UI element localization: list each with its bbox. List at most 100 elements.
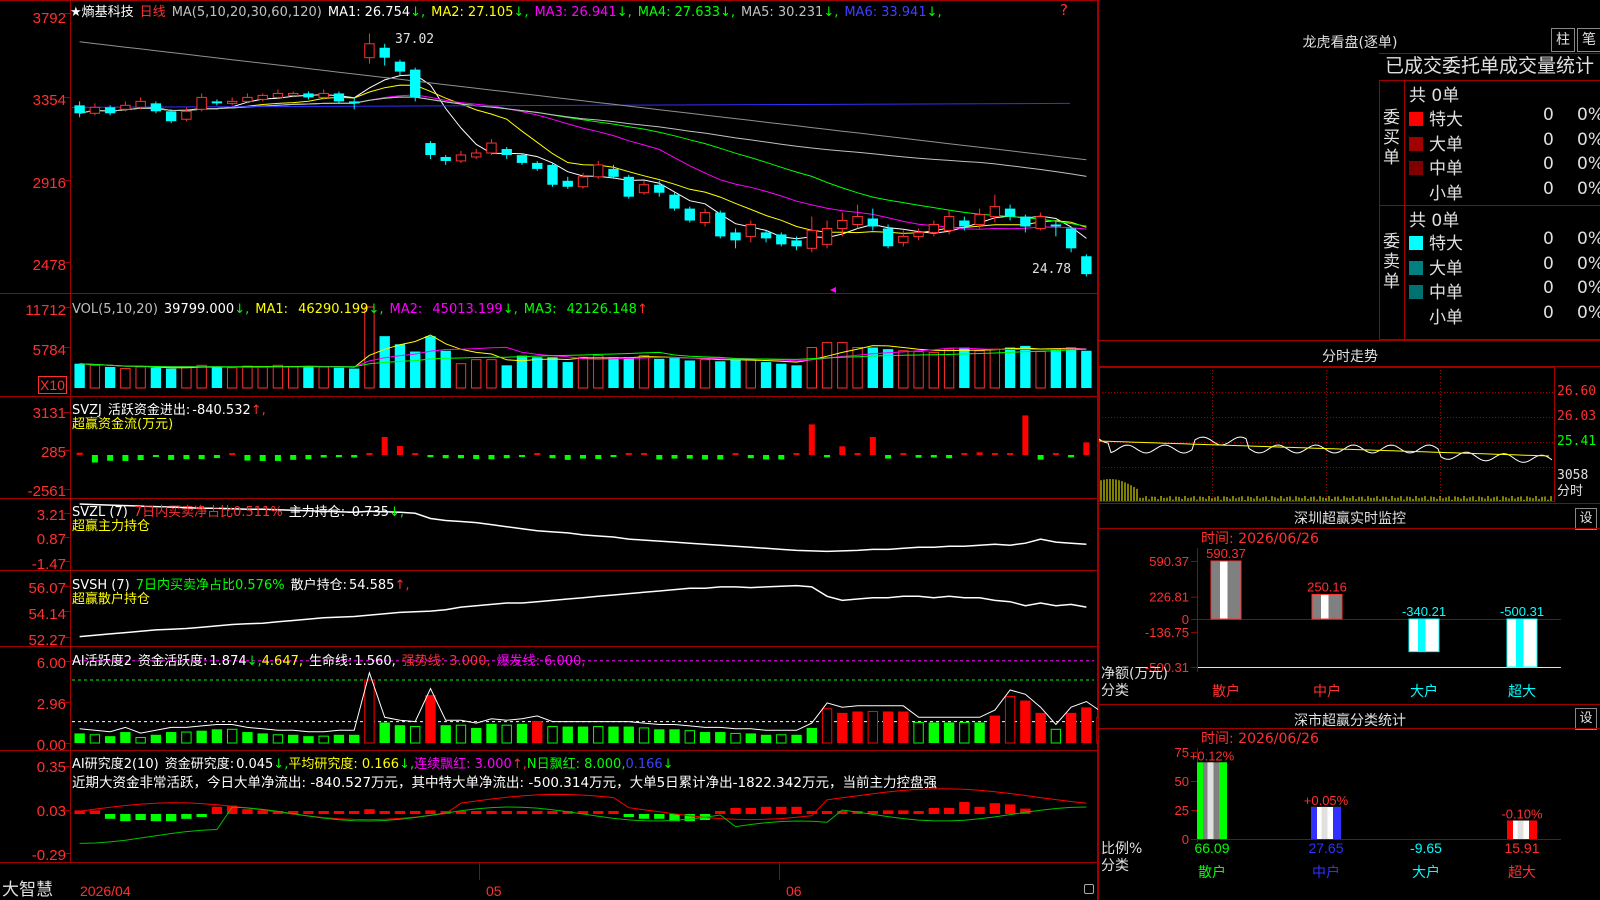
candle: [379, 43, 390, 66]
lock-icon[interactable]: [1084, 884, 1094, 894]
ai-active-bar: [104, 736, 116, 743]
time-label-may: 05: [486, 883, 502, 899]
svzj-bar: [396, 446, 403, 455]
ai-active-bar: [211, 729, 223, 743]
order-size-row: 特大: [1409, 105, 1463, 130]
monitor-bar: [1210, 560, 1242, 620]
candle-body: [211, 101, 223, 104]
candle: [501, 147, 512, 159]
ai-active-bar: [623, 726, 634, 743]
svzj-bar: [274, 455, 281, 461]
ai-active-bar: [593, 726, 604, 744]
bar-mode-button[interactable]: 柱: [1551, 28, 1575, 52]
ai-research-bar: [394, 811, 406, 814]
candle: [333, 91, 345, 104]
ai-research-bar: [928, 808, 940, 814]
ai-active-bar: [943, 722, 955, 743]
vol-bar: [1081, 350, 1092, 388]
lhb-title: 龙虎看盘(逐单): [1302, 35, 1398, 51]
classify-category-label: 中户: [1312, 864, 1340, 881]
vol-bar: [882, 349, 894, 388]
ai-life-label: 生命线:: [309, 654, 353, 669]
classify-bar-accent: [1219, 762, 1227, 839]
vol-bar: [287, 366, 299, 389]
time-label-apr: 2026/04: [80, 883, 131, 899]
right-side-panel: 龙虎看盘(逐单) 柱 笔 已成交委托单成交量统计 委买单 委卖单 共 0单 特大…: [1098, 0, 1600, 900]
monitor-settings-button[interactable]: 设: [1575, 508, 1597, 530]
candle-body: [196, 96, 207, 110]
candle-body: [730, 232, 741, 241]
vol-bar: [730, 359, 741, 388]
lhb-tabs[interactable]: 已成交委托单成交量统计: [1385, 57, 1594, 76]
classify-bar-highlight: [1207, 762, 1214, 839]
candle-body: [287, 92, 299, 96]
ai-research-bar: [120, 814, 131, 822]
candle: [1081, 254, 1092, 277]
ai-active-bar: [150, 734, 162, 743]
candle-body: [471, 152, 482, 158]
classify-category-label: 大户: [1412, 864, 1440, 881]
classify-bar-value: 66.09: [1194, 840, 1229, 856]
svzj-bar: [839, 446, 846, 455]
vol-bar: [196, 364, 207, 389]
order-size-name: 小单: [1429, 307, 1463, 328]
candle: [821, 220, 833, 249]
kline-chart-area[interactable]: ★熵基科技 日线 MA(5,10,20,30,60,120) MA1: 26.754↓,…: [0, 0, 1098, 900]
svzl-sub: 超赢主力持仓: [72, 519, 151, 534]
order-size-row: 小单: [1409, 303, 1463, 328]
candle: [1065, 226, 1077, 253]
svzj-bar: [976, 452, 983, 455]
order-percent: 0%: [1577, 229, 1600, 249]
vol-bar: [821, 342, 833, 389]
svzj-value: -840.532: [192, 403, 251, 418]
ai-active-bar: [974, 722, 985, 743]
app-logo[interactable]: 大智慧: [2, 882, 53, 899]
svzj-bar: [732, 453, 739, 455]
vol-bar: [501, 365, 512, 388]
ai-research-name: AI研究度2(10): [72, 757, 159, 772]
ai-research-bar: [211, 806, 223, 814]
monitor-bar-highlight: [1516, 619, 1524, 667]
svzj-bar: [1083, 442, 1090, 455]
svzj-bar: [1052, 453, 1059, 455]
vol-bar: [608, 357, 619, 388]
ai-active-bar: [913, 721, 924, 744]
ai-research-axis-bot: -0.29: [31, 847, 66, 864]
ai-research-bar: [882, 810, 894, 814]
svzj-bar: [1068, 455, 1075, 458]
vol-bar: [562, 362, 573, 388]
svzj-bar: [808, 424, 815, 455]
ai-active-bar: [867, 710, 879, 744]
svzj-bar: [473, 455, 480, 459]
vol-bar: [745, 359, 756, 389]
monitor-ylabel: 净额(万元): [1101, 666, 1168, 682]
ai-active-value: 1.874: [209, 654, 247, 669]
pen-mode-button[interactable]: 笔: [1577, 28, 1600, 52]
vol-bar: [699, 359, 711, 389]
order-count: 0: [1543, 105, 1554, 125]
ai-active-bar: [471, 727, 482, 743]
intraday-chart[interactable]: [1099, 367, 1600, 503]
order-size-name: 中单: [1429, 283, 1463, 303]
ai-active-bar: [486, 723, 497, 743]
ai-research-bar: [379, 811, 390, 814]
vol-bar: [669, 358, 680, 388]
svzl-axis-top: 3.21: [36, 507, 66, 524]
buy-order-label: 委买单: [1383, 108, 1400, 168]
svzj-bar: [198, 455, 205, 460]
color-swatch: [1409, 112, 1423, 126]
ai-active-bar: [394, 725, 406, 743]
ai-active-bar: [440, 725, 451, 743]
svzj-bar: [915, 455, 922, 458]
candle-body: [150, 103, 162, 112]
ai-active-label: 资金活跃度:: [138, 654, 208, 669]
candle-body: [1065, 228, 1077, 249]
question-mark[interactable]: ?: [1060, 3, 1068, 18]
ai-active-bar: [1004, 695, 1016, 744]
vol-bar: [547, 357, 558, 388]
vol-unit-badge: X10: [38, 376, 67, 394]
candle-body: [760, 232, 772, 239]
candle-body: [638, 184, 650, 194]
classify-settings-button[interactable]: 设: [1575, 708, 1597, 730]
ai-research-bar: [1004, 804, 1016, 814]
